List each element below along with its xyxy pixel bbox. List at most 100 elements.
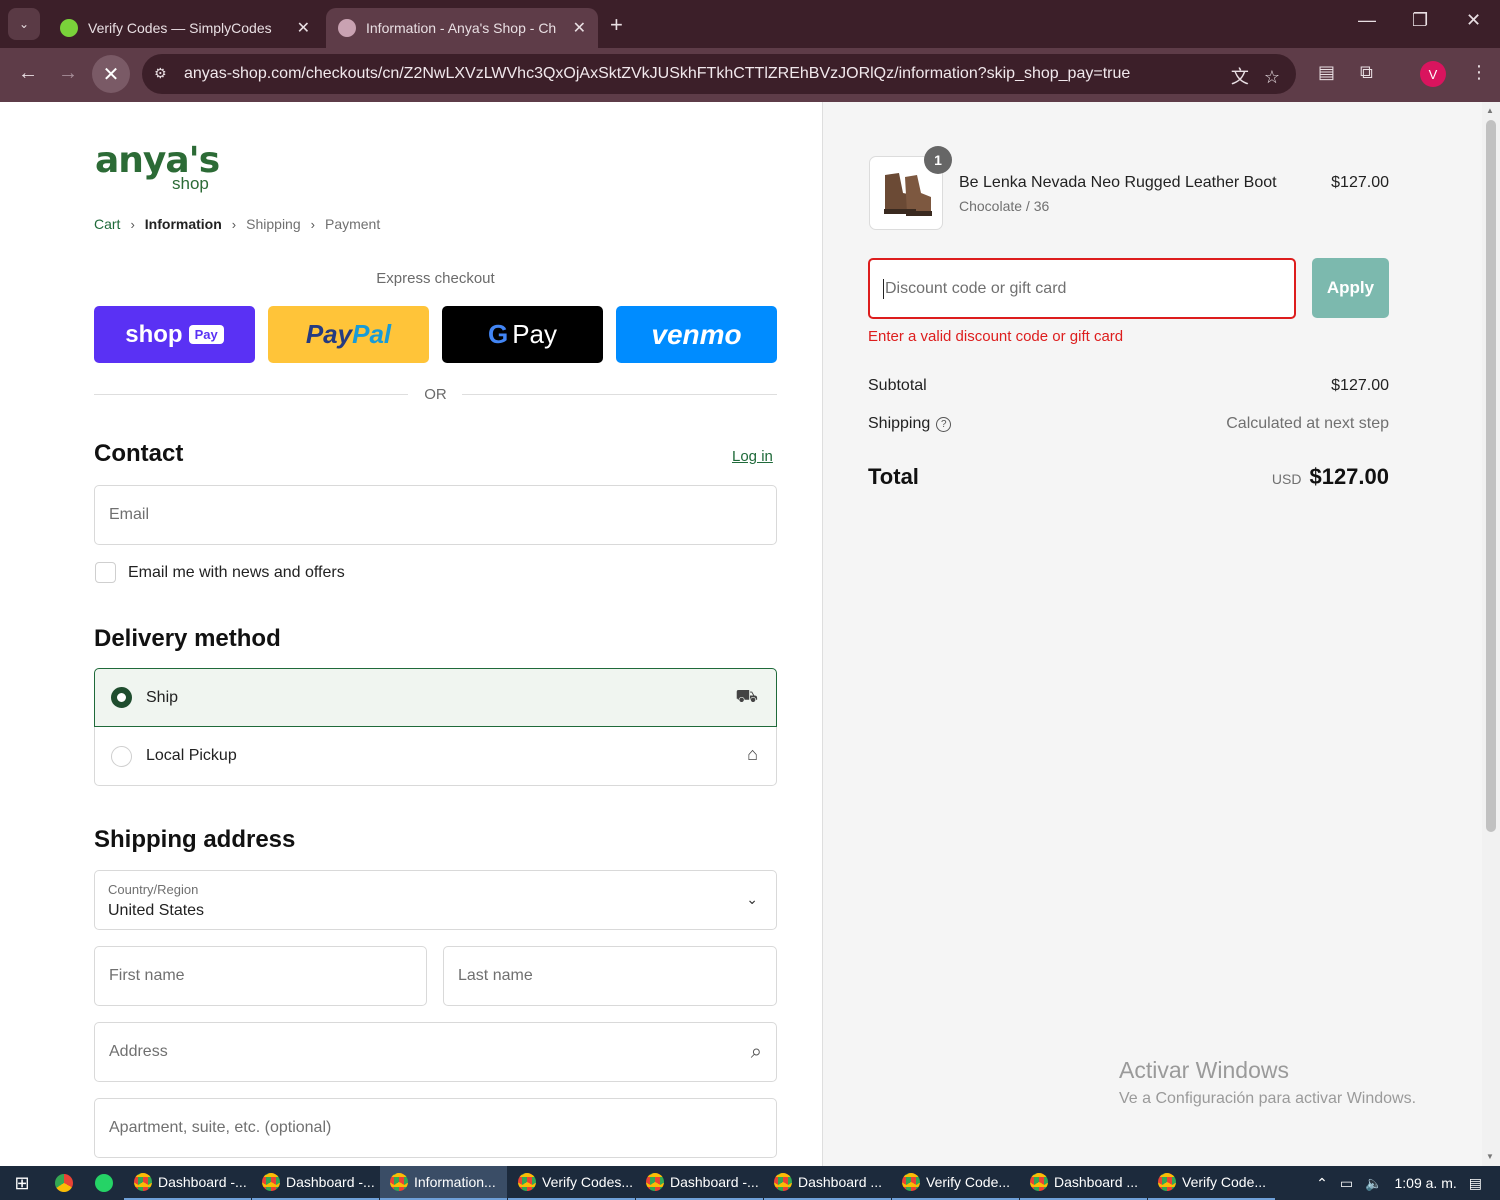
apartment-field[interactable]: Apartment, suite, etc. (optional) bbox=[94, 1098, 777, 1158]
extension-gift-icon[interactable]: ▤ bbox=[1318, 62, 1335, 83]
close-window-icon[interactable]: ✕ bbox=[1466, 10, 1481, 31]
scroll-up-arrow-icon[interactable]: ▲ bbox=[1486, 106, 1494, 115]
paypal-button[interactable]: Pay Pal bbox=[268, 306, 429, 363]
shipping-label: Shipping bbox=[868, 415, 931, 432]
breadcrumb: Cart › Information › Shipping › Payment bbox=[94, 216, 390, 232]
page-scrollbar[interactable]: ▲ ▼ bbox=[1482, 102, 1500, 1166]
paypal-label-a: Pay bbox=[305, 319, 353, 349]
apply-button[interactable]: Apply bbox=[1312, 258, 1389, 318]
windows-start-icon[interactable]: ⊞ bbox=[0, 1166, 44, 1200]
google-pay-button[interactable]: G Pay bbox=[442, 306, 603, 363]
boot-image bbox=[884, 173, 932, 216]
store-icon: ⌂ bbox=[747, 744, 758, 764]
chrome-icon bbox=[518, 1173, 536, 1191]
delivery-option-pickup[interactable]: Local Pickup ⌂ bbox=[94, 727, 777, 786]
clock[interactable]: 1:09 a. m. bbox=[1395, 1175, 1457, 1191]
chrome-icon bbox=[390, 1173, 408, 1191]
delivery-method-group: Ship ⛟ Local Pickup ⌂ bbox=[94, 668, 777, 787]
taskbar-window[interactable]: Dashboard ... bbox=[1020, 1166, 1147, 1200]
discount-placeholder: Discount code or gift card bbox=[885, 279, 1067, 297]
windows-activation-watermark: Activar Windows Ve a Configuración para … bbox=[1119, 1057, 1416, 1108]
taskbar-window[interactable]: Verify Codes... bbox=[508, 1166, 635, 1200]
browser-menu-icon[interactable]: ⋮ bbox=[1470, 62, 1488, 83]
email-placeholder: Email bbox=[109, 506, 150, 523]
delivery-option-ship[interactable]: Ship ⛟ bbox=[94, 668, 777, 727]
shipping-row: Shipping? Calculated at next step bbox=[868, 415, 1389, 433]
restore-icon[interactable]: ❐ bbox=[1412, 10, 1428, 31]
newsletter-label: Email me with news and offers bbox=[128, 563, 345, 581]
or-separator: OR bbox=[424, 386, 447, 403]
address-placeholder: Address bbox=[109, 1043, 168, 1060]
site-info-icon[interactable]: ⚙ bbox=[154, 65, 167, 82]
close-tab-icon[interactable]: ✕ bbox=[297, 18, 310, 38]
venmo-button[interactable]: venmo bbox=[616, 306, 777, 363]
logo-sub-text: shop bbox=[172, 174, 209, 193]
volume-icon[interactable]: 🔈 bbox=[1365, 1175, 1382, 1192]
address-field[interactable]: Address ⌕ bbox=[94, 1022, 777, 1082]
country-value: United States bbox=[108, 902, 205, 919]
newsletter-checkbox[interactable] bbox=[95, 562, 116, 583]
taskbar-window[interactable]: Verify Code... bbox=[1148, 1166, 1275, 1200]
radio-unselected[interactable] bbox=[111, 745, 132, 767]
url-text: anyas-shop.com/checkouts/cn/Z2NwLXVzLWVh… bbox=[184, 65, 1131, 82]
shop-logo[interactable]: anya's shop bbox=[95, 140, 225, 196]
bookmark-star-icon[interactable]: 文 ☆ bbox=[1231, 63, 1280, 89]
radio-selected[interactable] bbox=[111, 687, 132, 708]
email-field[interactable]: Email bbox=[94, 485, 777, 545]
scroll-down-arrow-icon[interactable]: ▼ bbox=[1486, 1152, 1494, 1161]
taskbar-window[interactable]: Verify Code... bbox=[892, 1166, 1019, 1200]
notifications-icon[interactable]: ▤ bbox=[1469, 1175, 1482, 1192]
chevron-down-icon: ⌄ bbox=[746, 891, 758, 907]
first-name-field[interactable]: First name bbox=[94, 946, 427, 1006]
taskbar-window[interactable]: Dashboard -... bbox=[124, 1166, 251, 1200]
contact-heading: Contact bbox=[94, 440, 184, 467]
browser-tab-strip: ⌄ Verify Codes — SimplyCodes ✕ Informati… bbox=[0, 0, 1500, 48]
tab-search-chevron-icon[interactable]: ⌄ bbox=[8, 8, 40, 40]
minimize-icon[interactable]: — bbox=[1358, 10, 1376, 31]
help-circle-icon[interactable]: ? bbox=[936, 417, 952, 432]
taskbar-window[interactable]: Dashboard ... bbox=[764, 1166, 891, 1200]
subtotal-value: $127.00 bbox=[1331, 377, 1389, 394]
last-name-field[interactable]: Last name bbox=[443, 946, 777, 1006]
chevron-right-icon: › bbox=[130, 216, 135, 232]
tray-chevron-up-icon[interactable]: ⌃ bbox=[1316, 1175, 1328, 1192]
taskbar-window-label: Verify Code... bbox=[926, 1174, 1011, 1190]
truck-icon: ⛟ bbox=[735, 686, 758, 706]
chrome-pinned-icon[interactable] bbox=[44, 1166, 84, 1200]
discount-code-input[interactable]: Discount code or gift card bbox=[868, 258, 1296, 319]
taskbar-window[interactable]: Dashboard -... bbox=[252, 1166, 379, 1200]
back-arrow-icon[interactable]: ← bbox=[18, 62, 38, 85]
taskbar-window[interactable]: Dashboard -... bbox=[636, 1166, 763, 1200]
tab-anyas-shop[interactable]: Information - Anya's Shop - Ch ✕ bbox=[326, 8, 598, 48]
tab-simplycodes[interactable]: Verify Codes — SimplyCodes ✕ bbox=[48, 8, 322, 48]
delivery-option-label: Ship bbox=[146, 688, 179, 706]
log-in-link[interactable]: Log in bbox=[732, 448, 773, 465]
profile-avatar[interactable]: V bbox=[1420, 61, 1446, 87]
close-tab-icon[interactable]: ✕ bbox=[573, 18, 586, 38]
chrome-icon bbox=[774, 1173, 792, 1191]
chrome-icon bbox=[134, 1173, 152, 1191]
windows-taskbar: ⊞ Dashboard -... Dashboard -... Informat… bbox=[0, 1166, 1500, 1200]
address-bar[interactable]: ⚙ anyas-shop.com/checkouts/cn/Z2NwLXVzLW… bbox=[142, 54, 1296, 94]
scrollbar-thumb[interactable] bbox=[1486, 120, 1496, 832]
network-icon[interactable]: ▭ bbox=[1340, 1175, 1353, 1192]
extensions-puzzle-icon[interactable]: ⧉ bbox=[1360, 62, 1373, 83]
newsletter-row[interactable]: Email me with news and offers bbox=[95, 562, 345, 583]
taskbar-window[interactable]: Information... bbox=[380, 1166, 507, 1200]
new-tab-plus-icon[interactable]: + bbox=[610, 12, 623, 38]
search-icon: ⌕ bbox=[750, 1041, 762, 1063]
anyas-shop-favicon-icon bbox=[338, 19, 356, 37]
venmo-label: venmo bbox=[651, 318, 742, 350]
taskbar-window-label: Information... bbox=[414, 1174, 496, 1190]
whatsapp-pinned-icon[interactable] bbox=[84, 1166, 124, 1200]
shop-pay-button[interactable]: shop Pay bbox=[94, 306, 255, 363]
country-select[interactable]: Country/Region United States ⌄ bbox=[94, 870, 777, 930]
stop-loading-icon[interactable]: ✕ bbox=[92, 55, 130, 93]
breadcrumb-cart[interactable]: Cart bbox=[94, 216, 120, 232]
total-row: Total USD $127.00 bbox=[868, 464, 1389, 490]
breadcrumb-payment: Payment bbox=[324, 216, 381, 232]
watermark-line2: Ve a Configuración para activar Windows. bbox=[1119, 1090, 1417, 1107]
forward-arrow-icon[interactable]: → bbox=[58, 62, 78, 85]
system-tray: ⌃ ▭ 🔈 1:09 a. m. ▤ bbox=[1316, 1166, 1500, 1200]
chrome-icon bbox=[1030, 1173, 1048, 1191]
